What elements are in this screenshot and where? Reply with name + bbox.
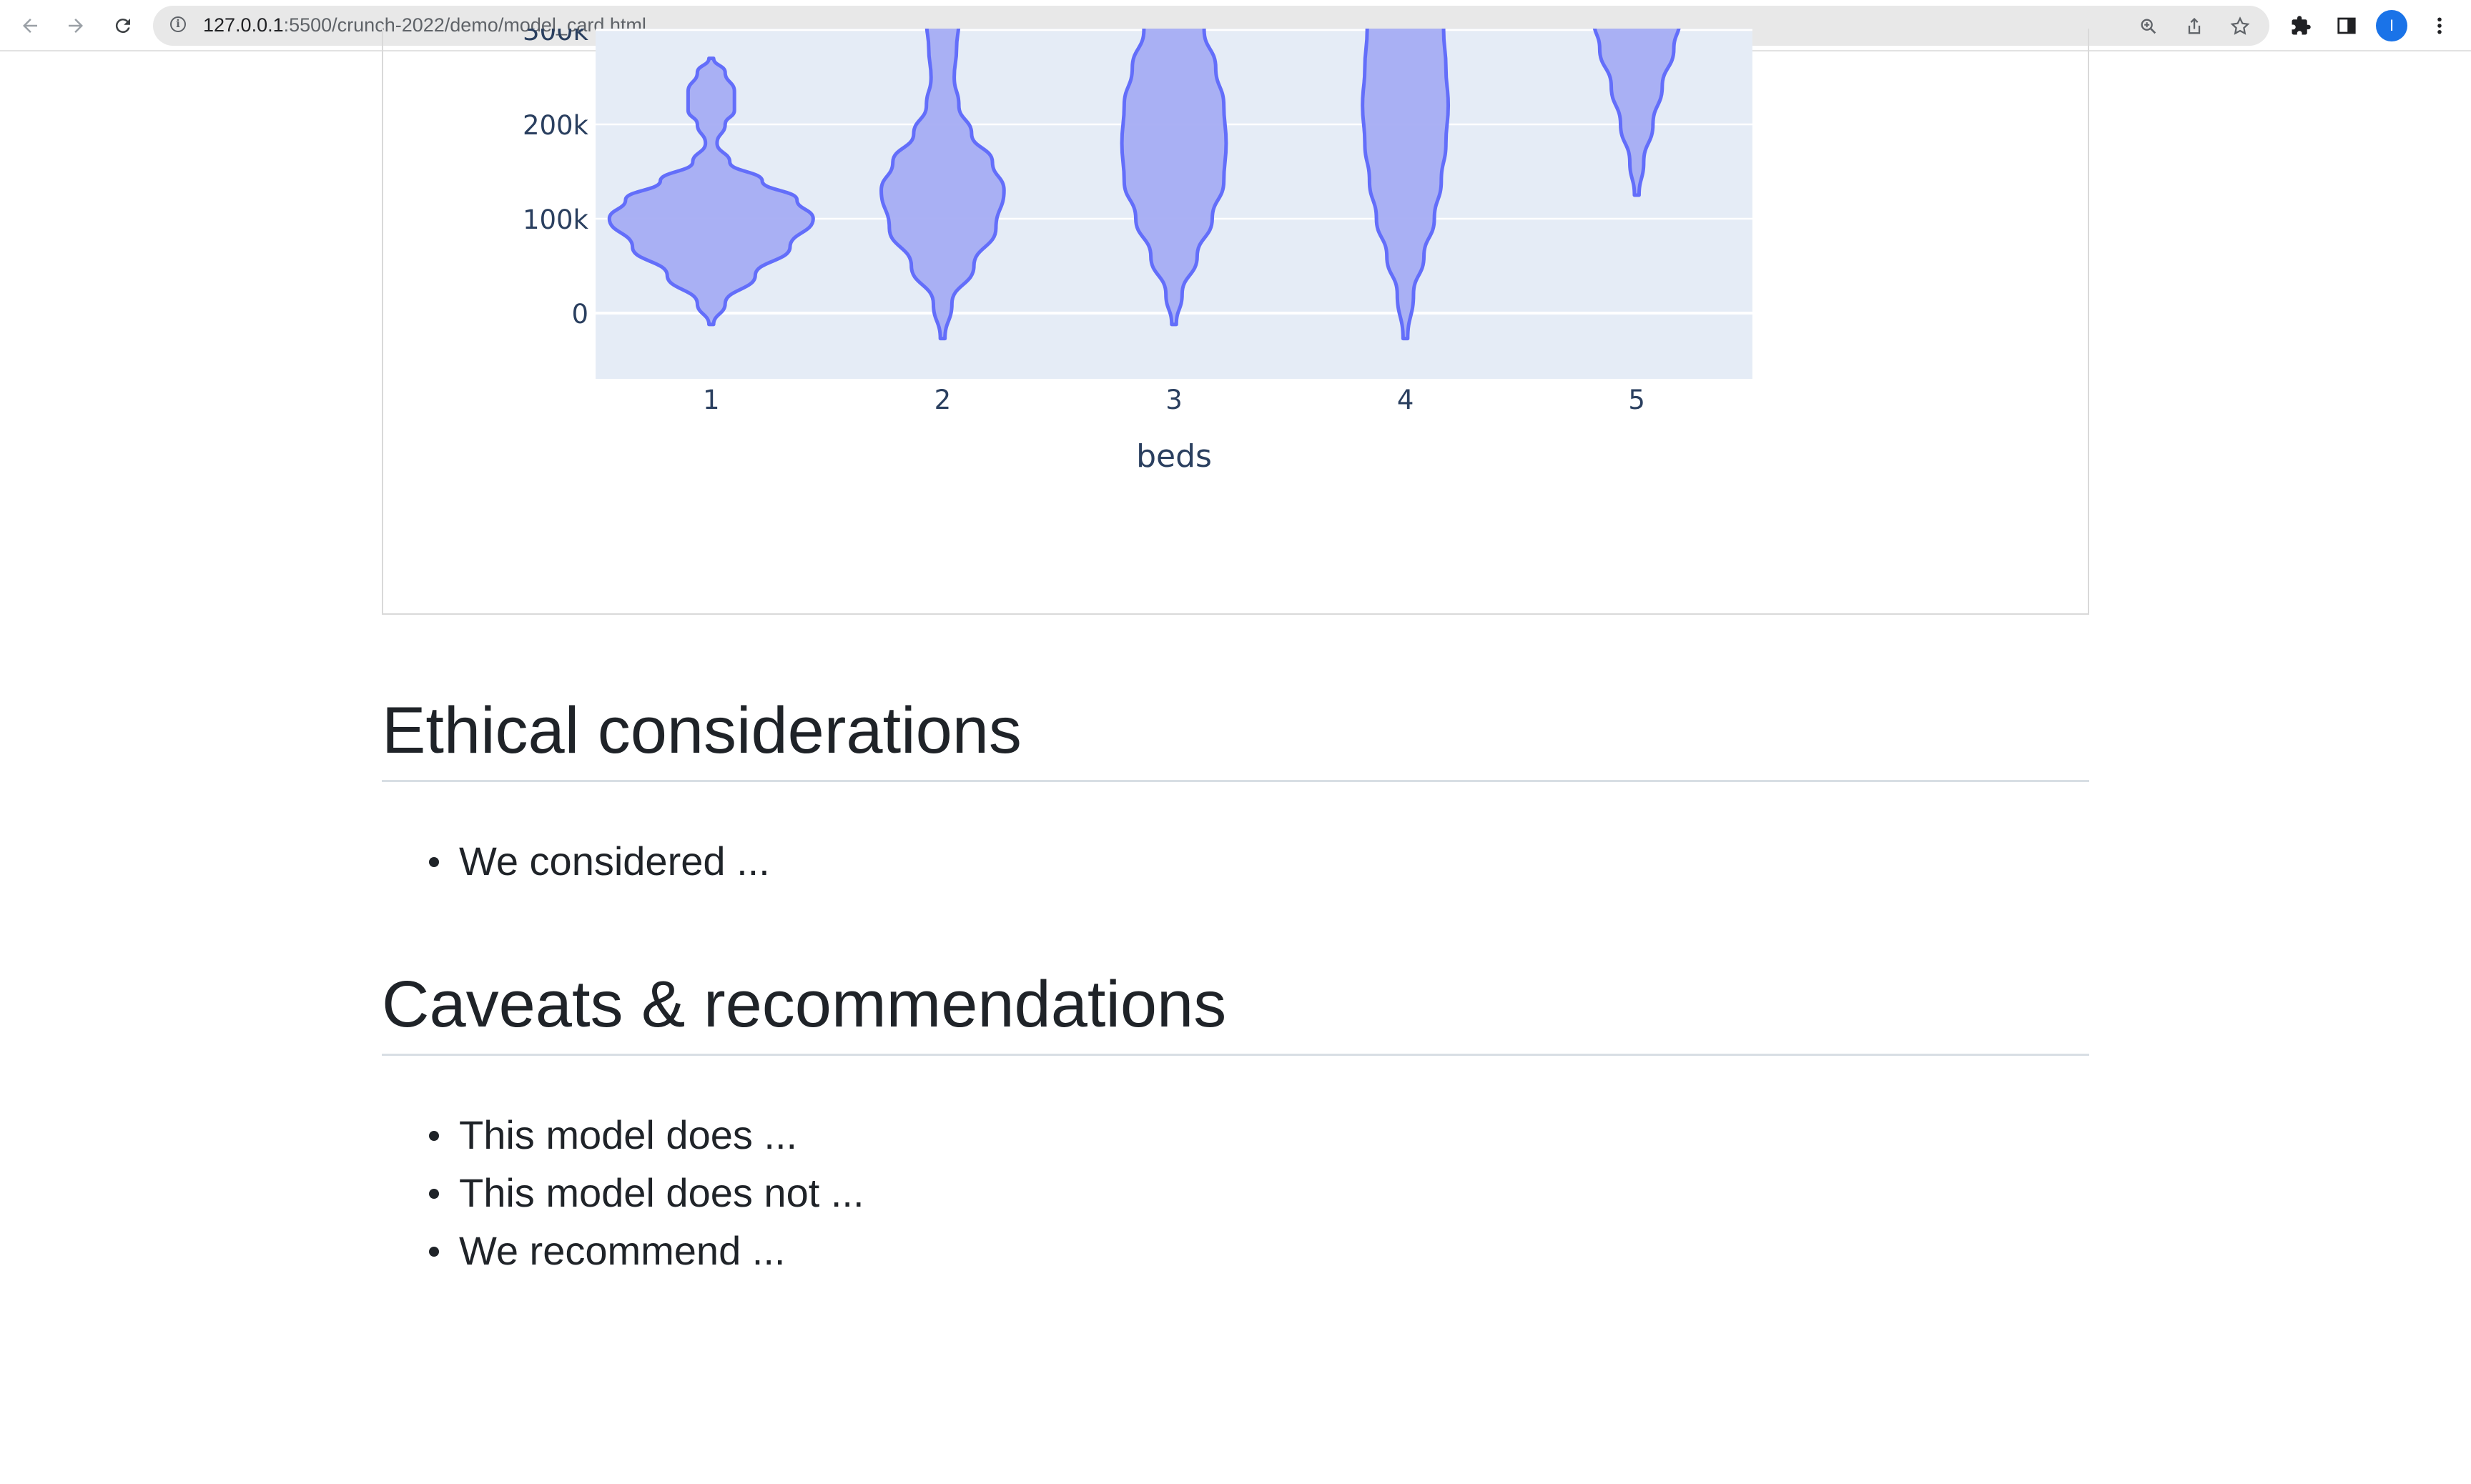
x-tick-label: 4 [1397, 385, 1414, 415]
share-icon[interactable] [2182, 14, 2206, 39]
url-host: 127.0.0.1 [203, 14, 284, 36]
extensions-puzzle-icon[interactable] [2285, 10, 2317, 41]
list-item: We recommend ... [382, 1222, 864, 1280]
heading-caveats-recommendations: Caveats & recommendations [382, 967, 2089, 1056]
ethical-considerations-list: We considered ... [382, 832, 770, 890]
menu-dots-icon[interactable] [2424, 10, 2455, 41]
violin-chart-card: 0 100k 200k 300k 1 2 3 4 5 beds [382, 29, 2089, 615]
y-tick-label: 300k [523, 29, 589, 46]
profile-avatar[interactable]: I [2376, 10, 2407, 41]
x-tick-label: 2 [934, 385, 952, 415]
forward-arrow-icon[interactable] [60, 10, 92, 41]
site-info-icon[interactable]: i [170, 16, 186, 32]
y-tick-label: 200k [523, 110, 589, 141]
x-axis-title: beds [1136, 438, 1212, 475]
list-item: This model does not ... [382, 1164, 864, 1222]
bookmark-star-icon[interactable] [2228, 14, 2252, 39]
zoom-icon[interactable] [2136, 14, 2161, 39]
list-item: We considered ... [382, 832, 770, 890]
caveats-list: This model does ... This model does not … [382, 1106, 864, 1280]
y-tick-label: 0 [571, 299, 588, 330]
list-item: This model does ... [382, 1106, 864, 1164]
x-tick-label: 1 [703, 385, 720, 415]
back-arrow-icon[interactable] [14, 10, 46, 41]
reload-icon[interactable] [107, 10, 139, 41]
x-tick-label: 3 [1165, 385, 1183, 415]
violin-chart: 0 100k 200k 300k 1 2 3 4 5 beds [523, 29, 1752, 475]
y-tick-label: 100k [523, 204, 589, 235]
heading-ethical-considerations: Ethical considerations [382, 693, 2089, 782]
x-tick-label: 5 [1628, 385, 1645, 415]
side-panel-icon[interactable] [2331, 10, 2362, 41]
